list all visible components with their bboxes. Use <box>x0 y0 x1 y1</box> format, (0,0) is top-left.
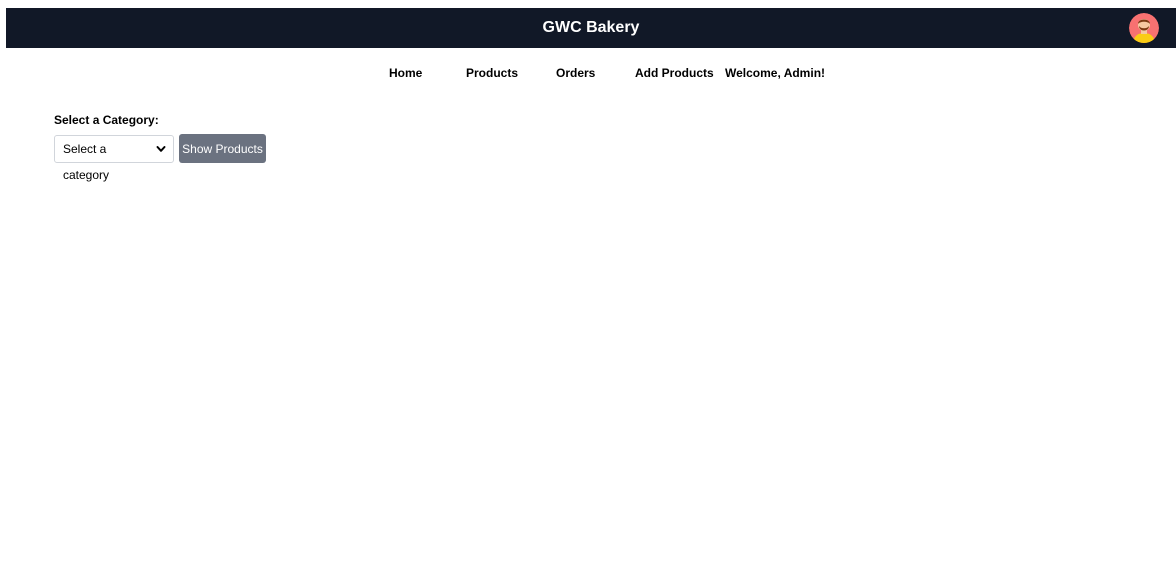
user-avatar-icon[interactable] <box>1129 13 1159 43</box>
main-nav: Home Products Orders Add Products Welcom… <box>0 63 1176 83</box>
nav-products-link[interactable]: Products <box>466 63 518 83</box>
category-label: Select a Category: <box>54 113 159 127</box>
site-title: GWC Bakery <box>542 19 640 36</box>
welcome-text: Welcome, Admin! <box>725 66 826 80</box>
show-products-button[interactable]: Show Products <box>179 134 266 163</box>
nav-orders-link[interactable]: Orders <box>556 63 595 83</box>
category-select-value: Select a category <box>63 142 110 182</box>
nav-add-products-link[interactable]: Add Products <box>635 63 714 83</box>
category-select[interactable]: Select a category <box>54 135 174 182</box>
chevron-down-icon <box>156 146 166 152</box>
top-bar: GWC Bakery <box>6 8 1176 48</box>
nav-home-link[interactable]: Home <box>389 63 422 83</box>
